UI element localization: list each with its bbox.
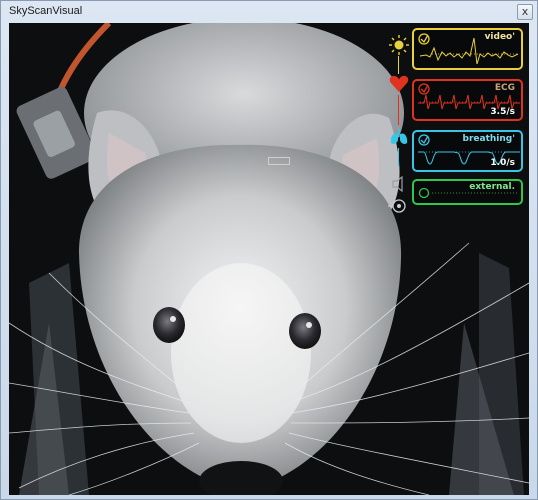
- video-connector: [398, 56, 399, 74]
- ecg-connector: [398, 95, 399, 125]
- external-label: external.: [469, 182, 515, 192]
- video-trace-panel[interactable]: video': [412, 28, 523, 70]
- video-label: video': [484, 32, 515, 42]
- roi-marker[interactable]: [268, 157, 290, 165]
- video-viewport: video' ECG 3.5/s breathing' 1.0/s extern…: [9, 23, 529, 495]
- heart-icon[interactable]: [388, 73, 410, 95]
- ecg-trace-panel[interactable]: ECG 3.5/s: [412, 79, 523, 121]
- window-title: SkyScanVisual: [9, 5, 83, 17]
- breathing-trace-panel[interactable]: breathing' 1.0/s: [412, 130, 523, 172]
- close-button[interactable]: x: [517, 4, 533, 20]
- app-window: SkyScanVisual x video' ECG 3.5/s breathi…: [0, 0, 538, 500]
- ecg-rate: 3.5/s: [490, 107, 515, 117]
- lungs-icon[interactable]: [388, 126, 410, 148]
- ecg-label: ECG: [494, 83, 515, 93]
- breathing-connector: [398, 148, 399, 166]
- sun-icon[interactable]: [388, 34, 410, 56]
- speaker-icon[interactable]: [388, 173, 410, 195]
- breathing-rate: 1.0/s: [490, 158, 515, 168]
- title-bar[interactable]: SkyScanVisual x: [1, 1, 537, 23]
- external-trace-panel[interactable]: external.: [412, 179, 523, 205]
- target-icon[interactable]: [388, 195, 410, 217]
- breathing-label: breathing': [462, 134, 515, 144]
